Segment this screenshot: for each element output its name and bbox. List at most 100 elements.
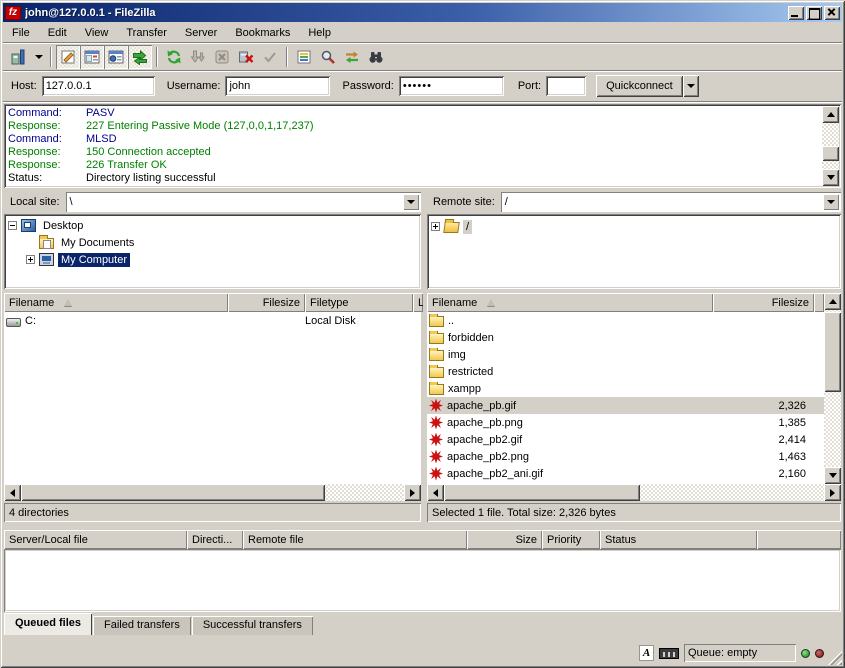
queue-tab[interactable]: Queued files xyxy=(4,613,92,635)
file-row[interactable]: img xyxy=(427,346,824,363)
directory-comparison-button[interactable] xyxy=(316,45,340,69)
close-button[interactable] xyxy=(824,6,840,20)
column-header-filename[interactable]: Filename xyxy=(4,293,228,312)
column-header-direction[interactable]: Directi... xyxy=(187,530,243,549)
column-header-server-local-file[interactable]: Server/Local file xyxy=(4,530,187,549)
find-files-button[interactable] xyxy=(364,45,388,69)
tree-item-label[interactable]: My Documents xyxy=(58,236,137,250)
file-row[interactable]: apache_pb2.gif 2,414 xyxy=(427,431,824,448)
speed-limits-icon[interactable] xyxy=(659,648,679,659)
tree-item-my-computer[interactable]: My Computer xyxy=(8,251,421,268)
cancel-operation-button[interactable] xyxy=(210,45,234,69)
maximize-button[interactable] xyxy=(806,6,822,20)
scroll-left-button[interactable] xyxy=(427,484,444,501)
toggle-transfer-queue-button[interactable] xyxy=(128,45,152,69)
username-input[interactable] xyxy=(225,76,330,96)
menu-item[interactable]: View xyxy=(76,25,118,41)
triangle-left-icon xyxy=(10,489,15,497)
file-row[interactable]: apache_pb2.png 1,463 xyxy=(427,448,824,465)
refresh-button[interactable] xyxy=(162,45,186,69)
log-scrollbar[interactable] xyxy=(822,106,839,186)
toggle-local-tree-button[interactable] xyxy=(80,45,104,69)
column-header-extra[interactable] xyxy=(757,530,841,549)
tree-item-my-documents[interactable]: My Documents xyxy=(8,234,421,251)
file-row[interactable]: restricted xyxy=(427,363,824,380)
queue-tab[interactable]: Failed transfers xyxy=(93,616,191,635)
file-row[interactable]: xampp xyxy=(427,380,824,397)
port-input[interactable] xyxy=(546,76,586,96)
menu-item[interactable]: File xyxy=(3,25,39,41)
menu-item[interactable]: Help xyxy=(299,25,340,41)
column-header-remote-file[interactable]: Remote file xyxy=(243,530,467,549)
scroll-right-button[interactable] xyxy=(824,484,841,501)
quickconnect-dropdown[interactable] xyxy=(683,75,699,97)
synchronized-browsing-button[interactable] xyxy=(340,45,364,69)
tree-item-label[interactable]: My Computer xyxy=(58,253,130,267)
remote-site-combobox[interactable]: / xyxy=(501,192,841,212)
data-type-ascii-icon[interactable]: A xyxy=(639,645,654,661)
host-input[interactable] xyxy=(42,76,155,96)
local-site-combobox[interactable]: \ xyxy=(66,192,421,212)
scroll-down-button[interactable] xyxy=(824,467,841,484)
minimize-button[interactable] xyxy=(788,6,804,20)
remote-site-dropdown[interactable] xyxy=(823,194,839,210)
column-header-size[interactable]: Size xyxy=(467,530,542,549)
file-icon xyxy=(429,433,443,447)
scroll-thumb[interactable] xyxy=(444,484,640,501)
column-header-status[interactable]: Status xyxy=(600,530,757,549)
quickconnect-button[interactable]: Quickconnect xyxy=(596,75,683,97)
file-row[interactable]: .. xyxy=(427,312,824,329)
file-row[interactable]: apache_pb.png 1,385 xyxy=(427,414,824,431)
column-header-filetype[interactable]: Filetype xyxy=(305,293,413,312)
column-header-priority[interactable]: Priority xyxy=(542,530,600,549)
scroll-thumb[interactable] xyxy=(822,146,839,161)
expand-icon[interactable] xyxy=(431,222,440,231)
log-line-label: Command: xyxy=(8,107,86,120)
menu-item[interactable]: Transfer xyxy=(117,25,176,41)
file-row[interactable]: C: Local Disk xyxy=(4,312,421,329)
remote-vscrollbar[interactable] xyxy=(824,293,841,484)
menu-item[interactable]: Edit xyxy=(39,25,76,41)
local-hscrollbar[interactable] xyxy=(4,484,421,501)
tree-item-label[interactable]: Desktop xyxy=(40,219,86,233)
toggle-message-log-button[interactable] xyxy=(56,45,80,69)
disconnect-button[interactable] xyxy=(234,45,258,69)
message-log-icon xyxy=(60,49,76,65)
scroll-thumb[interactable] xyxy=(824,312,841,392)
file-icon xyxy=(429,384,444,395)
column-header-filename[interactable]: Filename xyxy=(427,293,713,312)
reconnect-button[interactable] xyxy=(258,45,282,69)
site-manager-button[interactable] xyxy=(7,45,31,69)
process-queue-button[interactable] xyxy=(186,45,210,69)
expand-icon[interactable] xyxy=(26,255,35,264)
menu-item[interactable]: Bookmarks xyxy=(226,25,299,41)
file-row[interactable]: apache_pb2_ani.gif 2,160 xyxy=(427,465,824,482)
collapse-icon[interactable] xyxy=(8,221,17,230)
directory-listing-filters-button[interactable] xyxy=(292,45,316,69)
title-bar[interactable]: fz john@127.0.0.1 - FileZilla xyxy=(3,3,842,22)
password-input[interactable] xyxy=(399,76,504,96)
tree-item-desktop[interactable]: Desktop xyxy=(8,217,421,234)
site-manager-dropdown[interactable] xyxy=(31,45,46,69)
sort-ascending-icon xyxy=(487,299,495,306)
menu-item[interactable]: Server xyxy=(176,25,226,41)
file-row[interactable]: apache_pb.gif 2,326 xyxy=(427,397,824,414)
column-header-filesize[interactable]: Filesize xyxy=(713,293,814,312)
column-header-last-modified[interactable]: L xyxy=(413,293,423,312)
chevron-down-icon xyxy=(35,55,43,59)
scroll-thumb[interactable] xyxy=(21,484,325,501)
scroll-up-button[interactable] xyxy=(824,293,841,310)
queue-tab[interactable]: Successful transfers xyxy=(192,616,313,635)
scroll-right-button[interactable] xyxy=(404,484,421,501)
file-row[interactable]: forbidden xyxy=(427,329,824,346)
local-site-dropdown[interactable] xyxy=(403,194,419,210)
tree-item-label[interactable]: / xyxy=(463,220,472,234)
remote-hscrollbar[interactable] xyxy=(427,484,841,501)
scroll-left-button[interactable] xyxy=(4,484,21,501)
tree-item-root[interactable]: / xyxy=(431,218,841,235)
scroll-down-button[interactable] xyxy=(822,169,839,186)
toggle-remote-tree-button[interactable] xyxy=(104,45,128,69)
scroll-up-button[interactable] xyxy=(822,106,839,123)
column-header-filesize[interactable]: Filesize xyxy=(228,293,305,312)
column-header-extra[interactable] xyxy=(814,293,824,312)
